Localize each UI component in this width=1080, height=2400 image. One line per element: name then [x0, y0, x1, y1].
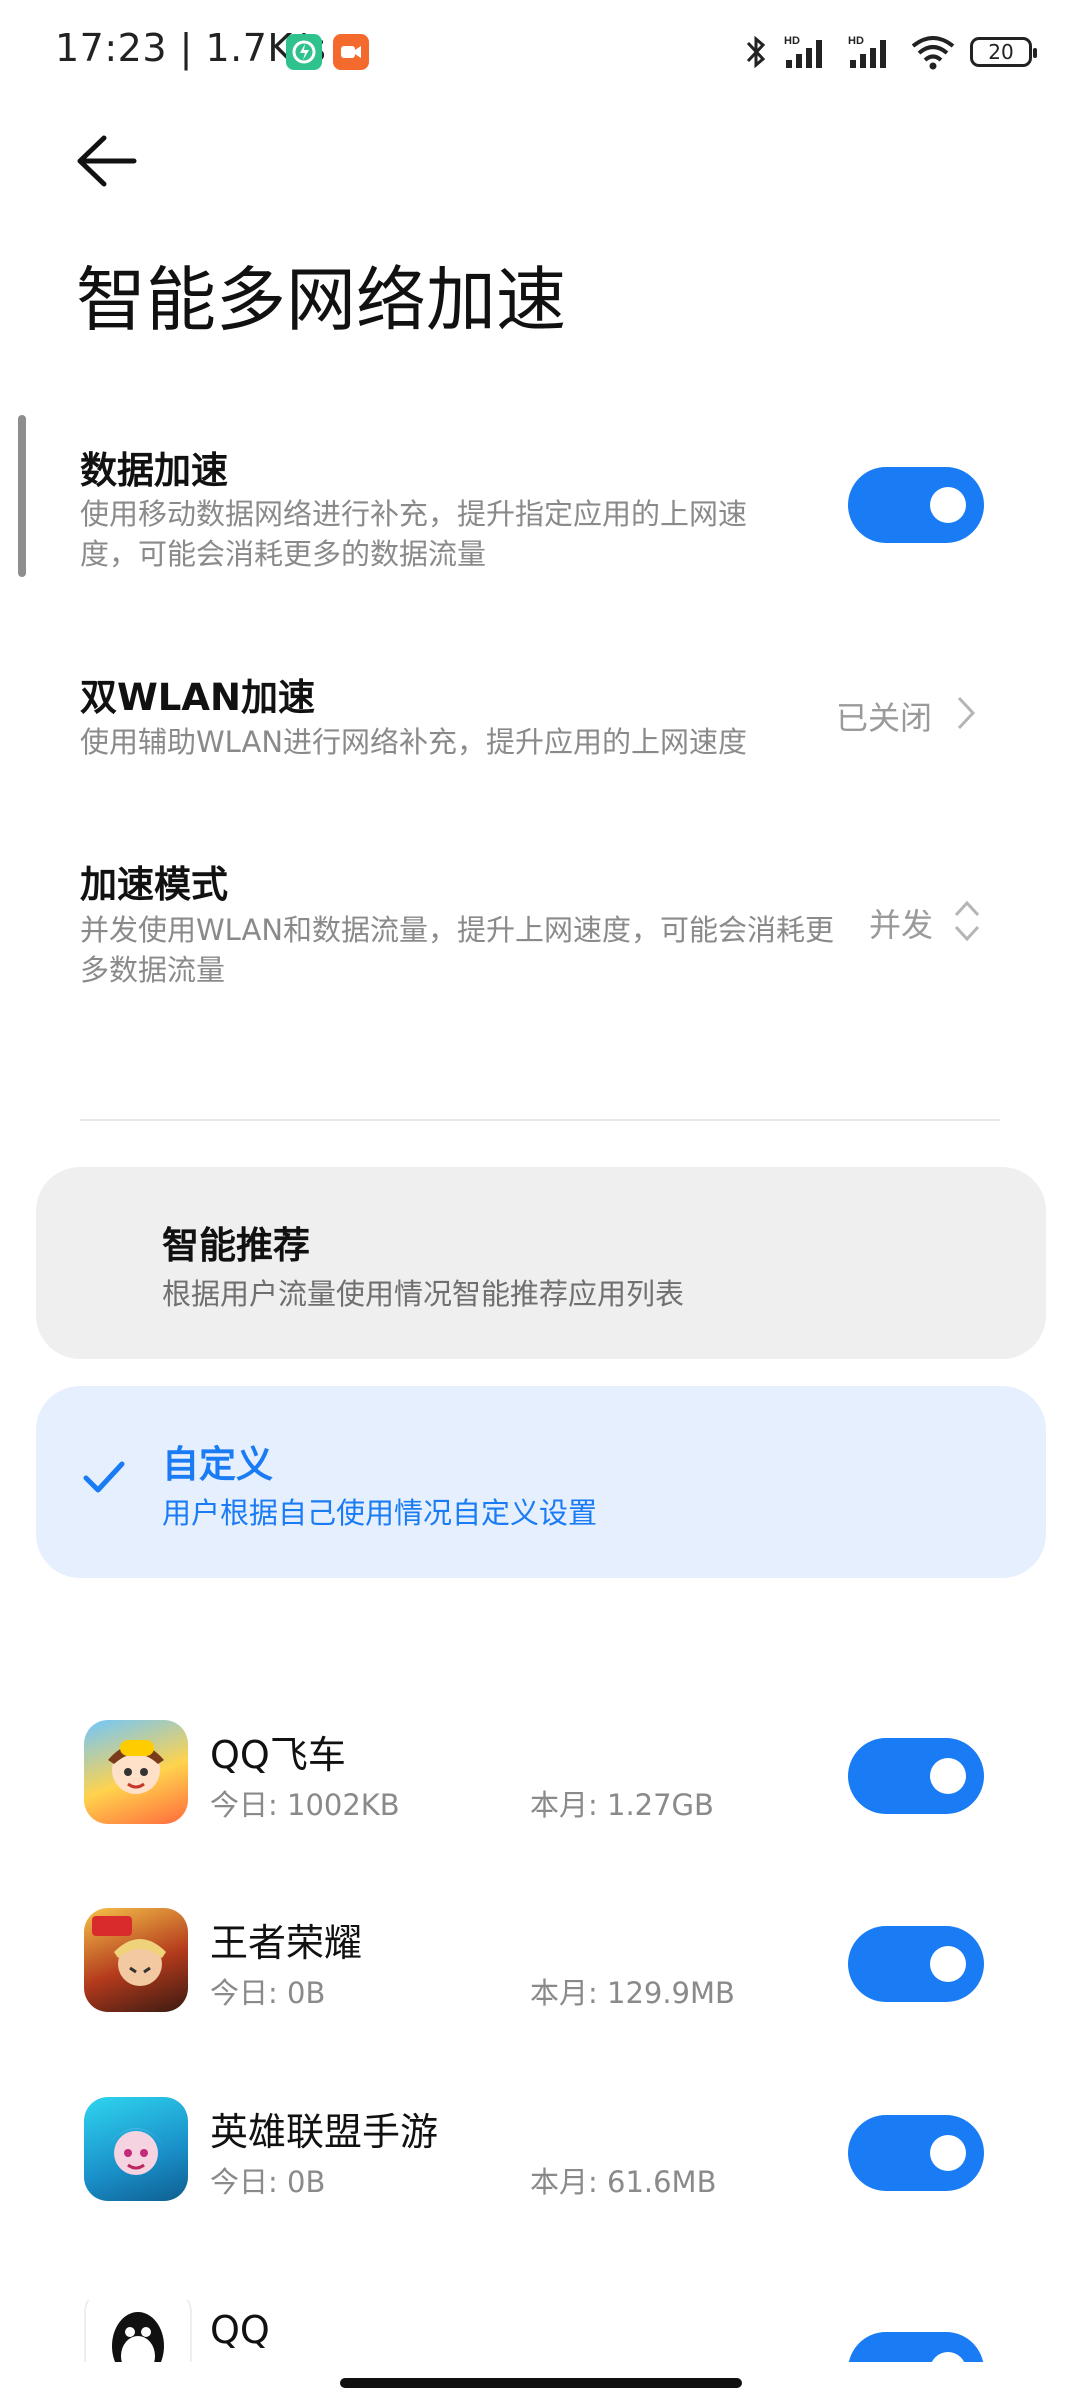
signal-hd-1-icon: HD	[784, 35, 822, 68]
battery-saver-app-icon	[286, 34, 322, 70]
data-accel-desc: 使用移动数据网络进行补充，提升指定应用的上网速度，可能会消耗更多的数据流量	[80, 497, 748, 571]
data-accel-toggle[interactable]	[848, 467, 984, 543]
accel-mode-value: 并发	[869, 906, 934, 944]
qq-app-icon	[84, 2300, 192, 2362]
app-month-usage: 本月: 129.9MB	[530, 1976, 735, 2010]
checkmark-icon	[83, 1461, 125, 1493]
svg-text:HD: HD	[784, 35, 800, 47]
dual-wlan-status: 已关闭	[836, 699, 933, 737]
data-accel-title: 数据加速	[80, 449, 228, 492]
scroll-indicator	[18, 415, 26, 577]
app-today-usage: 今日: 0B	[210, 2165, 326, 2199]
svg-text:HD: HD	[848, 35, 864, 47]
option-title: 智能推荐	[162, 1224, 310, 1267]
option-smart-recommend[interactable]: 智能推荐 根据用户流量使用情况智能推荐应用列表	[36, 1167, 1046, 1359]
app-month-usage: 本月: 61.6MB	[530, 2165, 717, 2199]
dual-wlan-title: 双WLAN加速	[80, 676, 315, 719]
home-indicator[interactable]	[340, 2378, 742, 2388]
wifi-icon	[911, 36, 955, 70]
app-toggle[interactable]	[848, 2332, 984, 2362]
page-title: 智能多网络加速	[76, 259, 566, 341]
video-recorder-app-icon	[333, 34, 369, 70]
app-month-usage: 本月: 1.27GB	[530, 1788, 714, 1822]
chevron-right-icon	[957, 696, 976, 730]
app-today-usage: 今日: 1002KB	[210, 1788, 400, 1822]
app-toggle[interactable]	[848, 1926, 984, 2002]
back-button[interactable]	[72, 130, 142, 192]
app-name: 王者荣耀	[210, 1921, 363, 1965]
updown-chevron-icon	[954, 900, 980, 942]
app-row-qq: QQ	[0, 2300, 1080, 2362]
option-desc: 根据用户流量使用情况智能推荐应用列表	[162, 1277, 685, 1311]
app-toggle[interactable]	[848, 2115, 984, 2191]
arrow-left-icon	[77, 135, 137, 187]
bluetooth-icon	[746, 35, 766, 69]
accel-mode-title: 加速模式	[80, 863, 228, 906]
lol-mobile-app-icon	[84, 2097, 188, 2201]
dual-wlan-desc: 使用辅助WLAN进行网络补充，提升应用的上网速度	[80, 725, 748, 759]
app-toggle[interactable]	[848, 1738, 984, 1814]
option-title: 自定义	[162, 1443, 273, 1486]
section-divider	[80, 1119, 1000, 1121]
accel-mode-desc: 并发使用WLAN和数据流量，提升上网速度，可能会消耗更多数据流量	[80, 913, 835, 987]
app-name: QQ飞车	[210, 1733, 346, 1777]
app-name: 英雄联盟手游	[210, 2110, 439, 2154]
battery-icon: 20	[970, 37, 1037, 67]
status-bar: 17:23 | 1.7K/s HD HD 20	[0, 0, 1080, 100]
option-custom[interactable]: 自定义 用户根据自己使用情况自定义设置	[36, 1386, 1046, 1578]
signal-hd-2-icon: HD	[848, 35, 886, 68]
app-name: QQ	[210, 2308, 270, 2352]
honor-of-kings-app-icon	[84, 1908, 188, 2012]
qq-speed-app-icon	[84, 1720, 188, 1824]
option-desc: 用户根据自己使用情况自定义设置	[162, 1496, 598, 1530]
app-today-usage: 今日: 0B	[210, 1976, 326, 2010]
